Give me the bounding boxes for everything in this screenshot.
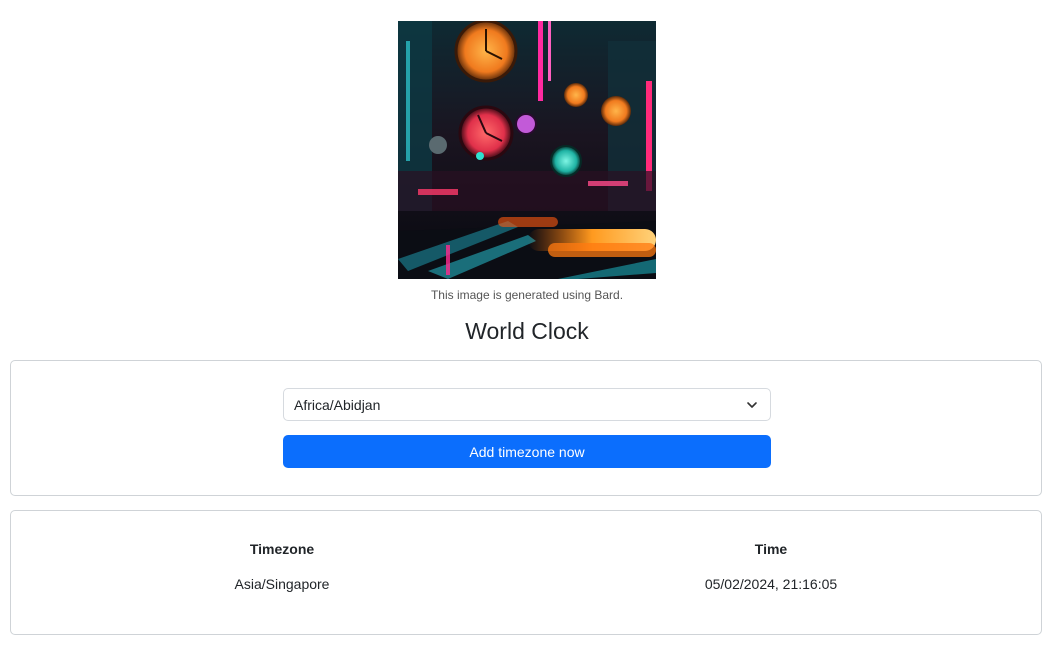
page: This image is generated using Bard. Worl… (0, 0, 1059, 652)
table-cell-timezone: Asia/Singapore (234, 576, 330, 592)
table-cell-time: 05/02/2024, 21:16:05 (704, 576, 838, 592)
table-header-time: Time (754, 541, 788, 557)
image-caption: This image is generated using Bard. (430, 288, 624, 302)
add-timezone-card: Africa/Abidjan Add timezone now (10, 360, 1042, 496)
timezone-table: Timezone Time Asia/Singapore 05/02/2024,… (10, 510, 1042, 635)
cyberpunk-clocks-illustration (398, 21, 656, 279)
add-timezone-button[interactable]: Add timezone now (283, 435, 771, 468)
timezone-select-value: Africa/Abidjan (294, 396, 381, 413)
page-title: World Clock (465, 318, 589, 344)
timezone-select[interactable]: Africa/Abidjan (283, 388, 771, 421)
chevron-down-icon (747, 402, 757, 408)
hero-image (398, 21, 656, 279)
clock-large-orange (454, 21, 518, 83)
table-header-timezone: Timezone (249, 541, 315, 557)
